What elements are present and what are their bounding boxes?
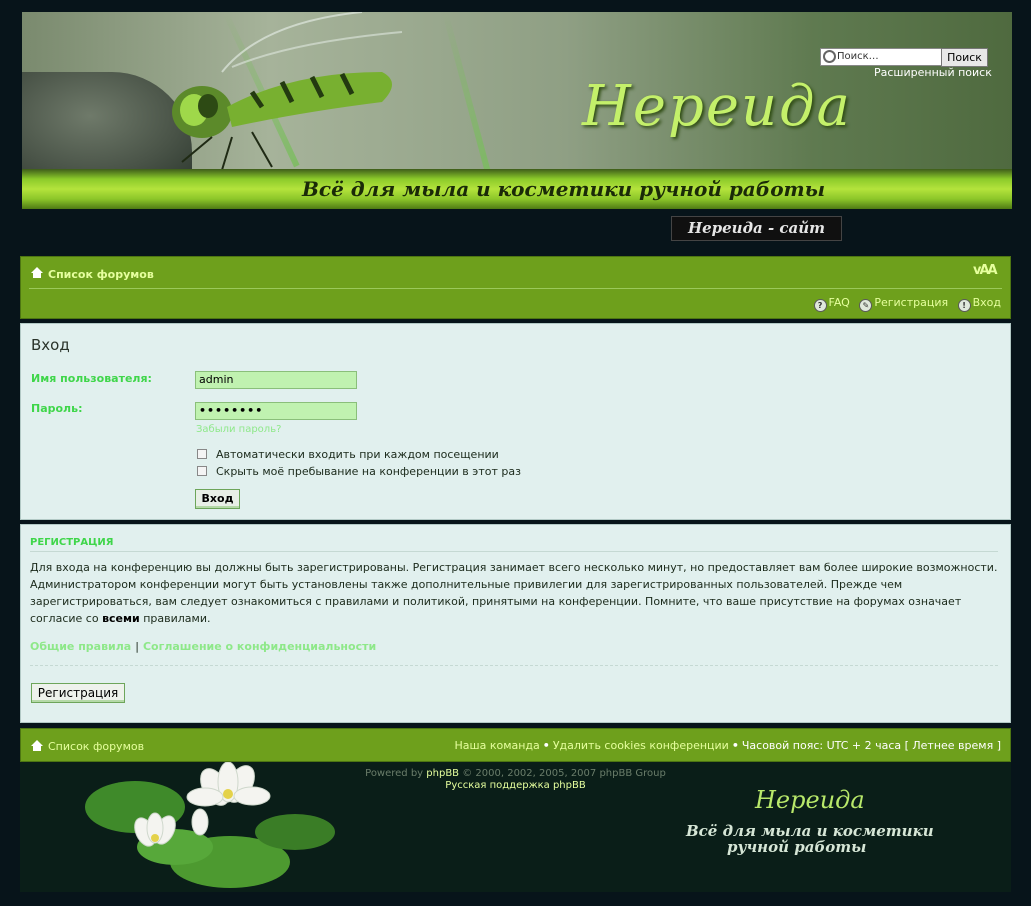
footer-logo: Нереида: [755, 786, 865, 814]
bullet: •: [542, 739, 550, 752]
login-button[interactable]: Вход: [195, 489, 240, 509]
hide-session-checkbox[interactable]: [197, 466, 207, 476]
privacy-link[interactable]: Соглашение о конфиденциальности: [143, 640, 376, 653]
team-link[interactable]: Наша команда: [455, 739, 540, 752]
site-subtitle: Всё для мыла и косметики ручной работы: [302, 177, 826, 201]
register-label: Регистрация: [874, 296, 949, 309]
powered-prefix: Powered by: [365, 768, 427, 779]
autologin-checkbox[interactable]: [197, 449, 207, 459]
registration-text-bold: всеми: [102, 612, 140, 625]
registration-text: Для входа на конференцию вы должны быть …: [30, 559, 1005, 627]
search-input[interactable]: Поиск…: [820, 48, 956, 66]
divider: [30, 551, 998, 552]
login-link[interactable]: ! Вход: [957, 296, 1001, 312]
password-label: Пароль:: [31, 402, 83, 415]
search-button[interactable]: Поиск: [941, 48, 988, 67]
dashed-divider: [30, 665, 998, 666]
hide-session-label: Скрыть моё пребывание на конференции в э…: [216, 465, 521, 478]
faq-icon: ?: [813, 299, 827, 312]
dragonfly-icon: [172, 12, 403, 171]
autologin-label: Автоматически входить при каждом посещен…: [216, 448, 499, 461]
link-separator: |: [135, 640, 139, 653]
rules-link[interactable]: Общие правила: [30, 640, 131, 653]
timezone-text: Часовой пояс: UTC + 2 часа [ Летнее врем…: [741, 739, 1001, 752]
site-link-button[interactable]: Нереида - сайт: [671, 216, 842, 241]
phpbb-link[interactable]: phpBB: [426, 768, 459, 779]
footer-forum-list-link[interactable]: Список форумов: [48, 740, 144, 753]
forum-list-link[interactable]: Список форумов: [48, 268, 154, 281]
registration-text-end: правилами.: [139, 612, 211, 625]
registration-heading: РЕГИСТРАЦИЯ: [30, 537, 114, 548]
login-icon: !: [957, 299, 971, 312]
delete-cookies-link[interactable]: Удалить cookies конференции: [553, 739, 729, 752]
bullet: •: [731, 739, 739, 752]
site-title: Нереида: [582, 74, 852, 139]
home-icon[interactable]: [31, 267, 43, 278]
header-banner: Нереида Всё для мыла и косметики ручной …: [22, 12, 1012, 209]
font-size-icon[interactable]: vAA: [973, 263, 998, 278]
footer-nav: Список форумов Наша команда • Удалить cook…: [20, 728, 1011, 762]
username-label: Имя пользователя:: [31, 372, 152, 385]
footer-banner: Powered by phpBB © 2000, 2002, 2005, 200…: [20, 762, 1011, 892]
search-icon: [823, 50, 836, 63]
forgot-password-link[interactable]: Забыли пароль?: [196, 424, 281, 435]
home-icon[interactable]: [31, 740, 43, 751]
footer-slogan-line2: ручной работы: [727, 838, 867, 856]
registration-panel: РЕГИСТРАЦИЯ Для входа на конференцию вы …: [20, 524, 1011, 723]
nav-links: ? FAQ ✎ Регистрация ! Вход: [808, 296, 1001, 312]
powered-by: Powered by phpBB © 2000, 2002, 2005, 200…: [20, 768, 1011, 779]
login-label: Вход: [972, 296, 1001, 309]
navbar-divider: [29, 288, 1002, 289]
faq-label: FAQ: [828, 296, 850, 309]
login-panel: Вход Имя пользователя: admin Пароль: •••…: [20, 323, 1011, 520]
register-button[interactable]: Регистрация: [31, 683, 125, 703]
footer-links: Наша команда • Удалить cookies конференции…: [455, 739, 1002, 752]
registration-links: Общие правила | Соглашение о конфиденциаль…: [30, 640, 376, 653]
password-field[interactable]: ••••••••: [195, 402, 357, 420]
navbar: Список форумов vAA ? FAQ ✎ Регистрация ! Вх…: [20, 256, 1011, 319]
register-icon: ✎: [859, 299, 873, 312]
login-title: Вход: [31, 336, 70, 354]
powered-suffix: © 2000, 2002, 2005, 2007 phpBB Group: [459, 768, 666, 779]
username-field[interactable]: admin: [195, 371, 357, 389]
register-link[interactable]: ✎ Регистрация: [859, 296, 949, 312]
faq-link[interactable]: ? FAQ: [813, 296, 850, 312]
advanced-search-link[interactable]: Расширенный поиск: [874, 66, 992, 79]
